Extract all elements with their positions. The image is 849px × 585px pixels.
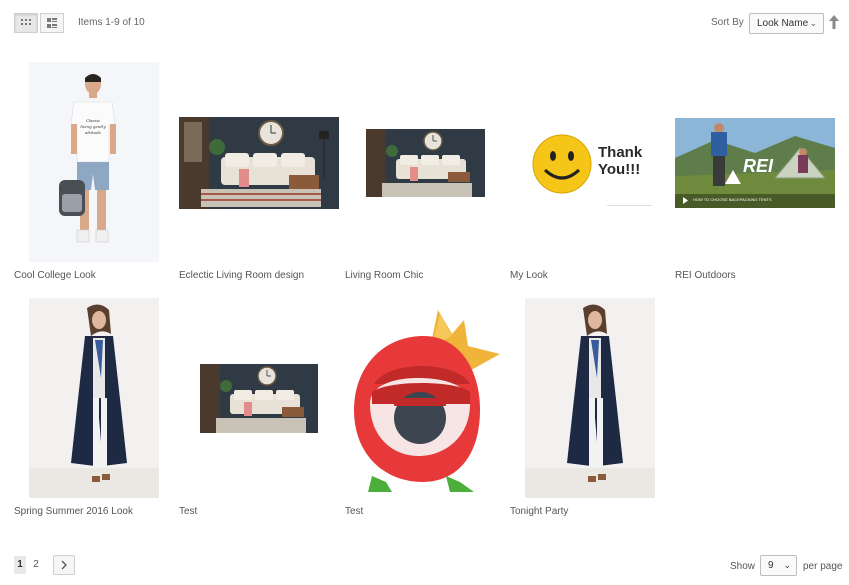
chevron-right-icon	[61, 560, 67, 570]
page-1-current: 1	[14, 556, 26, 574]
chevron-down-icon: ⌄	[809, 18, 817, 28]
svg-text:Classic: Classic	[86, 118, 101, 123]
item-name[interactable]: Tonight Party	[510, 506, 568, 517]
grid-icon	[21, 19, 31, 25]
item-image-eclectic-living-room[interactable]	[179, 117, 339, 209]
item-name[interactable]: Test	[345, 506, 363, 517]
item-image-test-monster[interactable]	[352, 306, 502, 496]
item-name[interactable]: My Look	[510, 270, 548, 281]
sort-by-label: Sort By	[711, 17, 744, 28]
item-image-living-room-chic[interactable]	[366, 129, 485, 197]
item-name[interactable]: Eclectic Living Room design	[179, 270, 304, 281]
item-image-spring-summer-2016[interactable]	[29, 298, 159, 498]
toolbar: Items 1-9 of 10 Sort By Look Name ⌄	[0, 0, 849, 46]
svg-text:living gently: living gently	[80, 124, 106, 129]
thank-you-text: Thank You!!!	[598, 144, 643, 178]
per-page-label: per page	[803, 561, 843, 572]
next-page-button[interactable]	[53, 555, 75, 575]
limiter-select[interactable]: 9 ⌄	[760, 555, 797, 576]
item-name[interactable]: Test	[179, 506, 197, 517]
sort-by-value: Look Name	[757, 18, 809, 29]
svg-text:attitude: attitude	[85, 130, 102, 135]
item-name[interactable]: Cool College Look	[14, 270, 96, 281]
sort-direction-arrow-icon[interactable]	[829, 15, 839, 29]
list-icon	[47, 18, 57, 28]
limiter-value: 9	[768, 560, 774, 571]
item-image-my-look[interactable]: Thank You!!!	[525, 132, 655, 208]
list-view-button[interactable]	[40, 13, 64, 33]
item-name[interactable]: Living Room Chic	[345, 270, 423, 281]
grid-view-button[interactable]	[14, 13, 38, 33]
chevron-down-icon: ⌄	[783, 560, 791, 570]
rei-video-caption: HOW TO CHOOSE BACKPACKING TENTS	[693, 197, 772, 202]
item-image-rei-outdoors[interactable]: REI HOW TO CHOOSE BACKPACKING TENTS	[675, 118, 835, 208]
item-image-test-living-room[interactable]	[200, 364, 318, 433]
item-image-tonight-party[interactable]	[525, 298, 655, 498]
item-image-cool-college-look[interactable]: Classic living gently attitude	[29, 62, 159, 262]
sort-by-select[interactable]: Look Name ⌄	[749, 13, 824, 34]
item-name[interactable]: REI Outdoors	[675, 270, 736, 281]
show-label: Show	[730, 561, 756, 572]
item-name[interactable]: Spring Summer 2016 Look	[14, 506, 133, 517]
rei-logo-text: REI	[743, 156, 774, 176]
page-2-link[interactable]: 2	[30, 556, 42, 574]
toolbar-amount: Items 1-9 of 10	[78, 17, 145, 28]
